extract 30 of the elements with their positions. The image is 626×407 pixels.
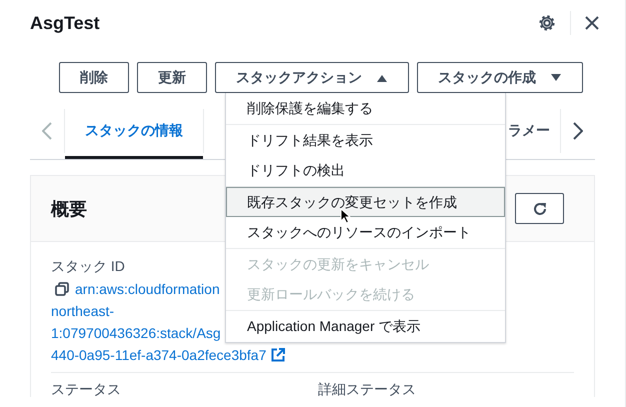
menu-item[interactable]: ドリフトの検出 (226, 155, 505, 186)
refresh-button[interactable] (515, 193, 564, 224)
caret-down-icon (550, 74, 562, 82)
stack-id-link[interactable]: 1:079700436326:stack/Asg (51, 325, 221, 341)
close-icon[interactable] (585, 16, 599, 30)
chevron-right-icon[interactable] (573, 122, 583, 140)
tab[interactable]: スタックの情報 (65, 103, 203, 159)
menu-item[interactable]: 既存スタックの変更セットを作成 (226, 186, 505, 217)
refresh-icon (532, 200, 548, 216)
mouse-cursor-icon (340, 208, 351, 224)
dropdown-button[interactable]: スタックの作成 (417, 62, 583, 93)
menu-item[interactable]: スタックへのリソースのインポート (226, 217, 505, 248)
action-button[interactable]: 更新 (137, 62, 207, 93)
menu-item[interactable]: 削除保護を編集する (226, 93, 505, 124)
settings-icon[interactable] (538, 14, 556, 32)
field-label: スタック ID (51, 258, 125, 274)
stack-id-link[interactable]: 440-0a95-11ef-a374-0a2fece3bfa7 (51, 347, 266, 363)
external-link-icon[interactable] (271, 348, 286, 362)
menu-item[interactable]: Application Manager で表示 (226, 310, 505, 341)
field-label: ステータス (51, 381, 121, 397)
dropdown-button[interactable]: スタックアクション (215, 62, 409, 93)
copy-icon[interactable] (55, 282, 69, 296)
caret-up-icon (376, 74, 388, 82)
panel-title: AsgTest (30, 12, 100, 34)
stack-id-link[interactable]: arn:aws:cloudformation (75, 281, 220, 297)
card-title: 概要 (51, 198, 87, 220)
action-button[interactable]: 削除 (59, 62, 129, 93)
field-label: 詳細ステータス (318, 381, 416, 397)
stack-id-link[interactable]: northeast- (51, 303, 114, 319)
menu-item[interactable]: ドリフト結果を表示 (226, 124, 505, 155)
